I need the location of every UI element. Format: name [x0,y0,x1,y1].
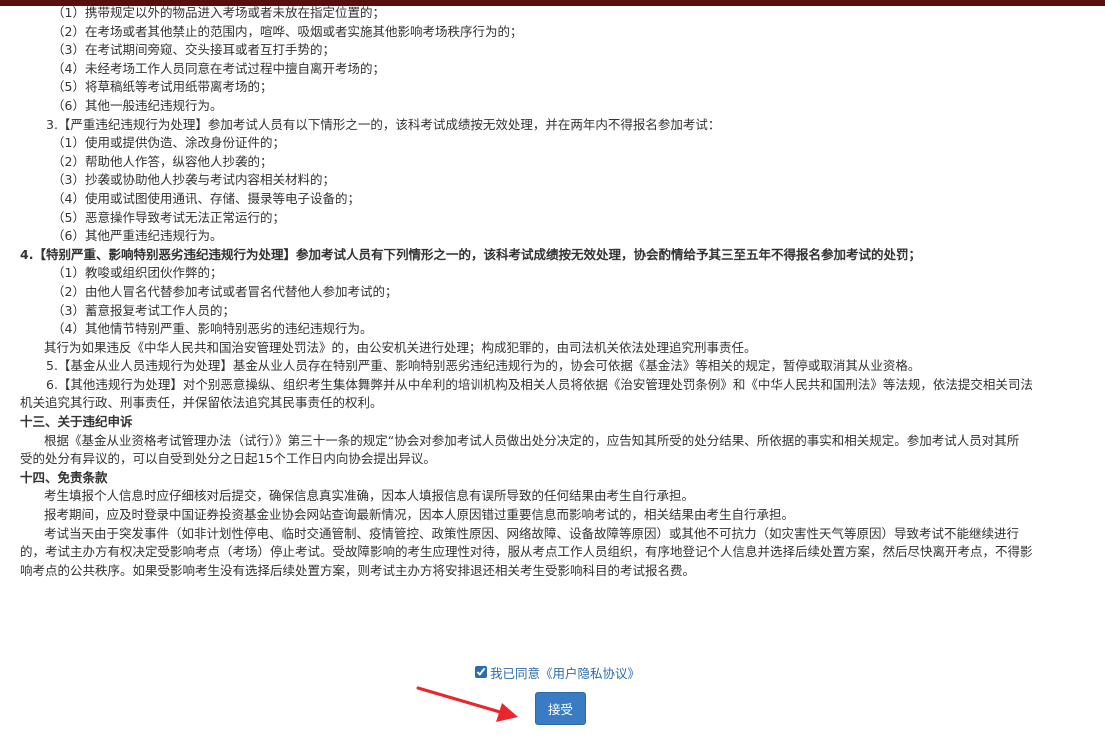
annotation-arrow-icon [416,686,518,722]
